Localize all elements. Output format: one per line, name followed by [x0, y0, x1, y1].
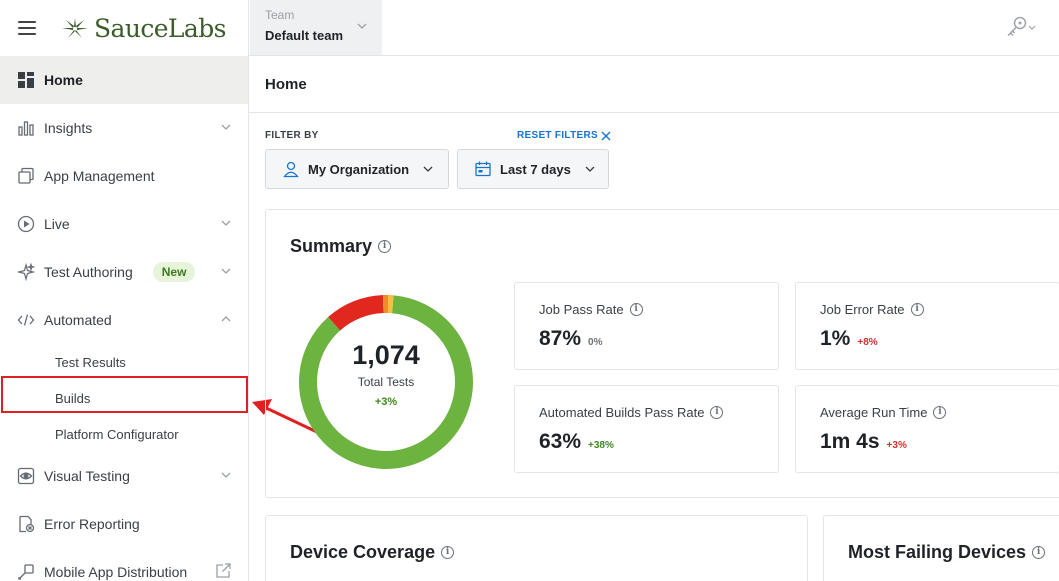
sidebar-item-test-authoring[interactable]: Test Authoring New [0, 248, 248, 296]
metric-job-error-rate: Job Error Rate i 1% +8% [795, 282, 1059, 370]
external-link-icon [216, 563, 231, 578]
sidebar-item-error-reporting[interactable]: Error Reporting [0, 500, 248, 548]
saucelabs-logo-icon [62, 18, 88, 38]
chevron-down-icon [221, 268, 231, 274]
date-range-value: Last 7 days [500, 161, 571, 177]
metric-value: 1m 4s [820, 430, 880, 453]
sidebar-item-label: App Management [44, 168, 155, 184]
sidebar-item-label: Visual Testing [44, 468, 130, 484]
app-management-icon [16, 166, 36, 186]
sidebar-item-app-management[interactable]: App Management [0, 152, 248, 200]
chevron-down-icon [221, 124, 231, 130]
metric-value: 63% [539, 430, 582, 453]
metric-value: 1% [820, 327, 851, 350]
saucelabs-logo[interactable]: SauceLabs [60, 14, 226, 43]
metric-delta: +8% [857, 337, 878, 348]
sidebar-subitem-builds[interactable]: Builds [0, 380, 248, 416]
metric-automated-builds-pass-rate: Automated Builds Pass Rate i 63% +38% [514, 385, 779, 473]
metric-delta: +38% [588, 440, 614, 451]
sidebar-item-label: Error Reporting [44, 516, 140, 532]
metric-title: Automated Builds Pass Rate [539, 405, 705, 420]
sidebar: SauceLabs Home Insights App Management L… [0, 0, 249, 581]
date-range-dropdown[interactable]: Last 7 days [457, 149, 609, 189]
sidebar-item-automated[interactable]: Automated [0, 296, 248, 344]
reset-filters-button[interactable]: RESET FILTERS [517, 130, 611, 141]
metric-title: Job Error Rate [820, 302, 905, 317]
key-icon[interactable] [1005, 16, 1037, 38]
info-icon[interactable]: i [910, 303, 924, 316]
home-icon [16, 70, 36, 90]
total-tests-delta: +3% [374, 396, 398, 408]
user-icon [283, 161, 299, 178]
brand-name: SauceLabs [94, 13, 226, 43]
eye-icon [16, 466, 36, 486]
metric-title: Average Run Time [820, 405, 928, 420]
sidebar-item-label: Test Authoring [44, 264, 133, 280]
device-coverage-title-text: Device Coverage [290, 542, 436, 562]
team-selector[interactable]: Team Default team [250, 0, 382, 55]
sidebar-item-label: Live [44, 216, 70, 232]
total-tests-value: 1,074 [352, 340, 420, 370]
sparkle-icon [16, 262, 36, 282]
sidebar-item-live[interactable]: Live [0, 200, 248, 248]
summary-title-text: Summary [290, 236, 373, 256]
info-icon[interactable]: i [1032, 546, 1046, 559]
new-badge: New [152, 262, 196, 282]
donut-center: 1,074 Total Tests +3% [298, 340, 474, 408]
play-icon [16, 214, 36, 234]
chevron-down-icon [423, 166, 433, 172]
metric-delta: 0% [588, 337, 603, 348]
summary-title: Summary i [290, 236, 392, 257]
metric-title: Job Pass Rate [539, 302, 624, 317]
sidebar-item-label: Mobile App Distribution [44, 564, 188, 580]
menu-icon[interactable] [18, 21, 36, 35]
info-icon[interactable]: i [378, 240, 392, 253]
logo-bar: SauceLabs [0, 0, 248, 56]
info-icon[interactable]: i [629, 303, 643, 316]
organization-value: My Organization [308, 161, 410, 177]
sidebar-item-label: Insights [44, 120, 93, 136]
organization-dropdown[interactable]: My Organization [265, 149, 449, 189]
metric-delta: +3% [886, 440, 907, 451]
calendar-icon [475, 161, 491, 177]
distribution-icon [16, 562, 36, 581]
info-icon[interactable]: i [441, 546, 455, 559]
device-coverage-title: Device Coverage i [290, 542, 455, 563]
info-icon[interactable]: i [710, 406, 724, 419]
reset-filters-label: RESET FILTERS [517, 130, 598, 141]
sidebar-item-label: Home [44, 72, 83, 88]
page-title: Home [265, 76, 307, 93]
code-icon [16, 310, 36, 330]
most-failing-devices-title-text: Most Failing Devices [848, 542, 1027, 562]
bar-chart-icon [16, 118, 36, 138]
metric-job-pass-rate: Job Pass Rate i 87% 0% [514, 282, 779, 370]
close-icon [601, 131, 611, 140]
sidebar-item-home[interactable]: Home [0, 56, 248, 104]
metric-average-run-time: Average Run Time i 1m 4s +3% [795, 385, 1059, 473]
top-bar: Team Default team [249, 0, 1059, 56]
most-failing-devices-title: Most Failing Devices i [848, 542, 1046, 563]
sidebar-item-mobile-app-distribution[interactable]: Mobile App Distribution [0, 548, 248, 581]
metric-value: 87% [539, 327, 582, 350]
page-header: Home [249, 56, 1059, 113]
chevron-down-icon [221, 472, 231, 478]
total-tests-label: Total Tests [357, 375, 415, 389]
sidebar-subitem-platform-configurator[interactable]: Platform Configurator [0, 416, 248, 452]
sidebar-item-visual-testing[interactable]: Visual Testing [0, 452, 248, 500]
chevron-down-icon [357, 23, 367, 29]
chevron-down-icon [585, 166, 595, 172]
sidebar-item-label: Automated [44, 312, 112, 328]
error-report-icon [16, 514, 36, 534]
sidebar-subitem-test-results[interactable]: Test Results [0, 344, 248, 380]
info-icon[interactable]: i [933, 406, 947, 419]
sidebar-item-insights[interactable]: Insights [0, 104, 248, 152]
chevron-down-icon [221, 220, 231, 226]
filter-by-label: FILTER BY [265, 130, 319, 141]
chevron-up-icon [221, 316, 231, 322]
